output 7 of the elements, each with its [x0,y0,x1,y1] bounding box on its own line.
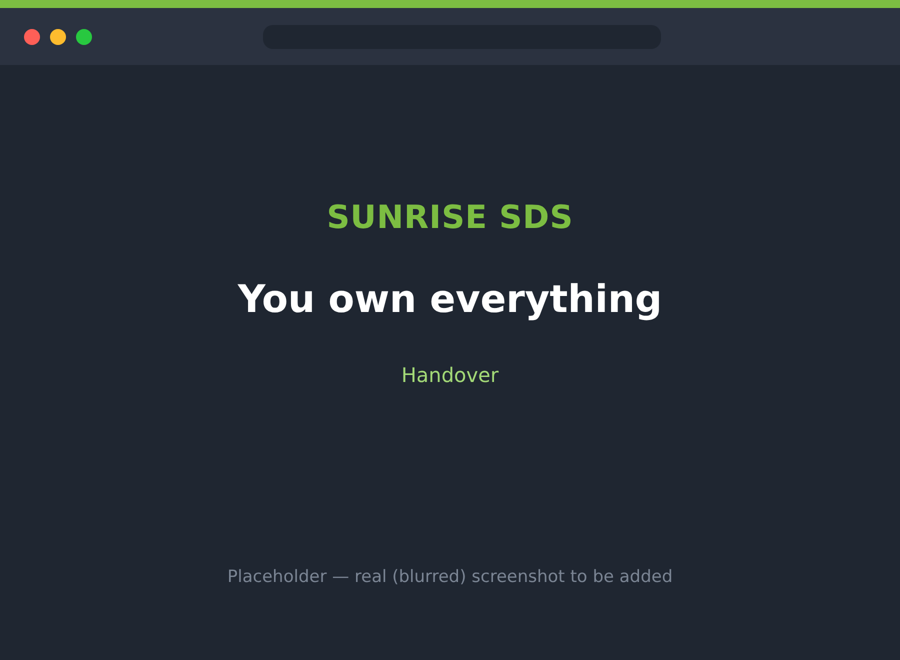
subtitle: Handover [401,362,499,389]
brand-title: SUNRISE SDS [326,198,574,236]
close-window-icon[interactable] [24,28,40,44]
placeholder-note: Placeholder — real (blurred) screenshot to be added [227,566,673,589]
maximize-window-icon[interactable] [76,28,92,44]
headline: You own everything [238,276,662,322]
minimize-window-icon[interactable] [50,28,66,44]
